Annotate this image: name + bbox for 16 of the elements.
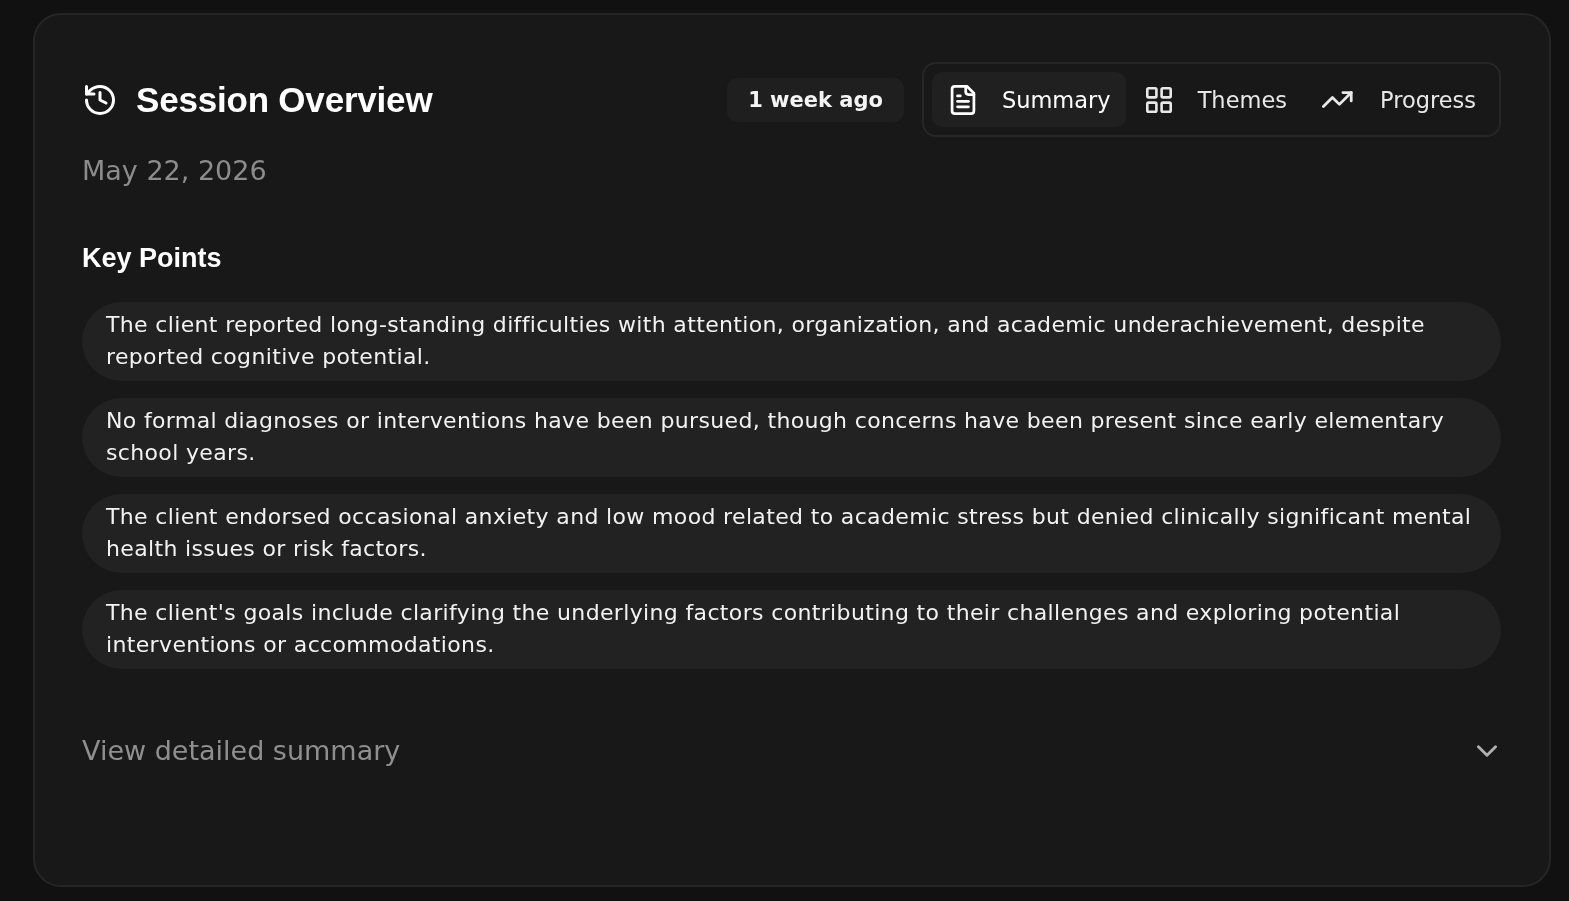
view-tab[interactable]: Themes bbox=[1127, 72, 1302, 127]
key-point-item: The client's goals include clarifying the underlying factors contributing to their challenges and exploring potential interventions or accommodations. bbox=[82, 590, 1501, 669]
grid-icon bbox=[1145, 84, 1172, 115]
key-point-item: The client reported long-standing difficulties with attention, organization, and academic underachievement, despite reported cognitive potential. bbox=[82, 302, 1501, 381]
relative-time-label: 1 week ago bbox=[727, 77, 904, 122]
view-tab[interactable]: Progress bbox=[1303, 72, 1491, 127]
document-icon bbox=[949, 84, 976, 115]
trending-up-icon bbox=[1321, 91, 1354, 108]
section-heading: Key Points bbox=[82, 242, 223, 274]
session-date: May 22, 2026 bbox=[82, 154, 268, 188]
window-title: Session Overview bbox=[136, 79, 433, 120]
key-point-item: No formal diagnoses or interventions have been pursued, though concerns have been present since early elementary school years. bbox=[82, 398, 1501, 477]
view-tab[interactable]: Summary bbox=[931, 72, 1126, 127]
detailed-summary-toggle[interactable]: View detailed summary bbox=[82, 735, 1501, 766]
key-point-item: The client endorsed occasional anxiety and low mood related to academic stress but denied clinically significant mental health issues or risk factors. bbox=[82, 494, 1501, 573]
detailed-summary-label: View detailed summary bbox=[82, 735, 401, 766]
